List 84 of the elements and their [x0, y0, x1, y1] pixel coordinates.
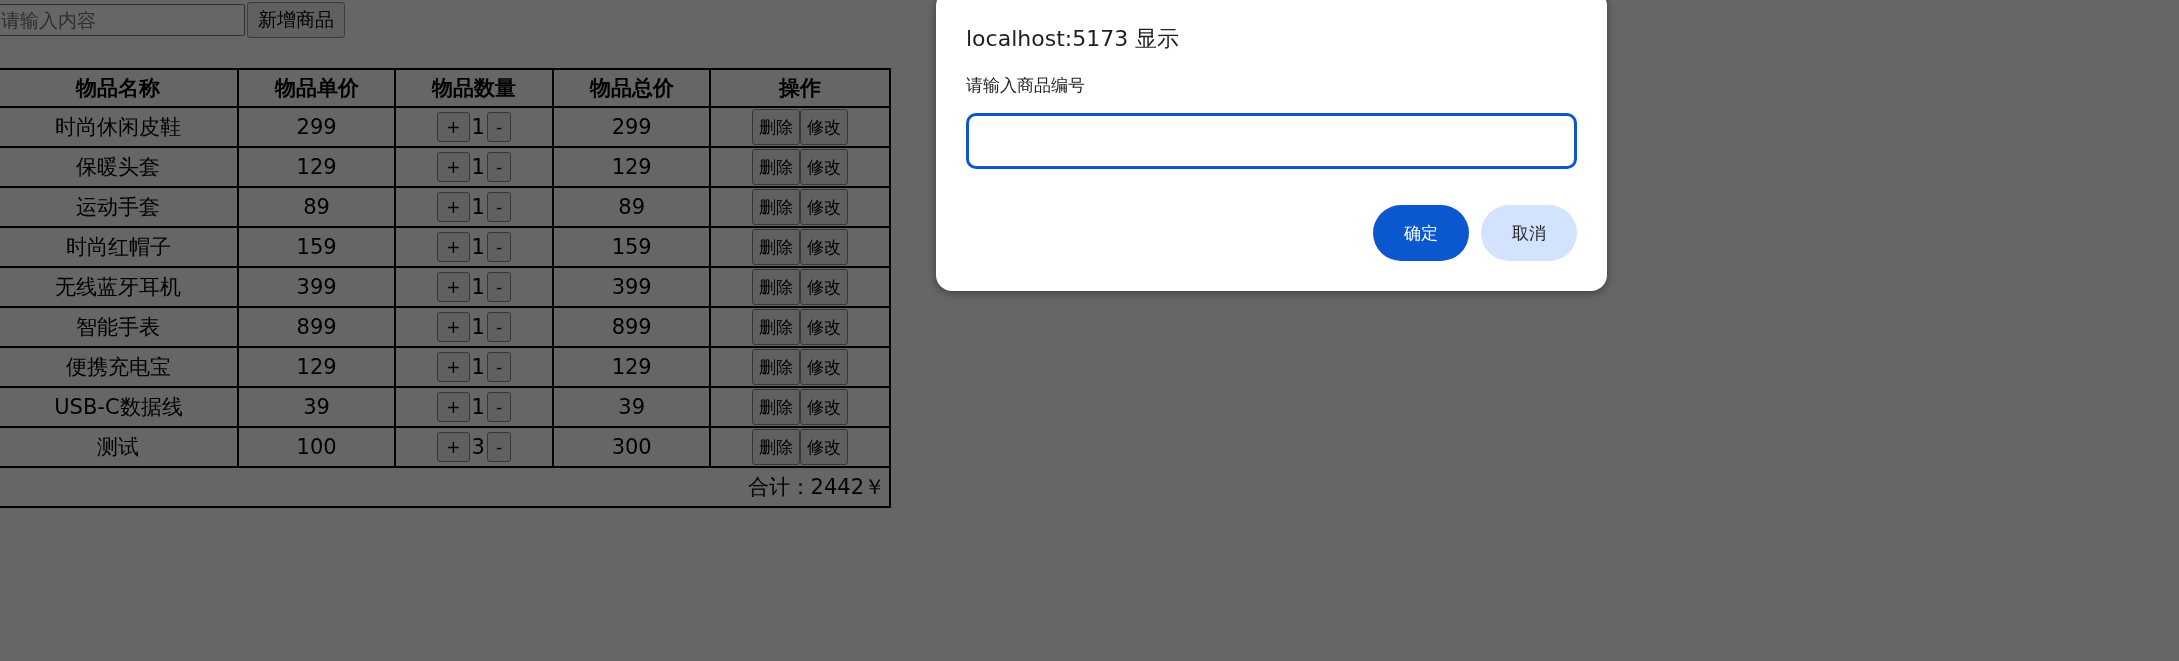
- decrement-button[interactable]: -: [486, 352, 511, 382]
- table-cell: 39: [552, 387, 711, 427]
- increment-button[interactable]: +: [437, 432, 470, 462]
- delete-button[interactable]: 删除: [752, 389, 801, 425]
- table-cell: 运动手套: [0, 187, 238, 227]
- decrement-button[interactable]: -: [486, 432, 511, 462]
- edit-button[interactable]: 修改: [800, 349, 849, 385]
- total-cell: 合计：2442￥: [0, 467, 890, 507]
- decrement-button[interactable]: -: [486, 312, 511, 342]
- table-cell: 无线蓝牙耳机: [0, 267, 238, 307]
- table-cell: 时尚红帽子: [0, 227, 238, 267]
- column-header: 操作: [710, 69, 890, 107]
- delete-button[interactable]: 删除: [752, 309, 801, 345]
- table-cell: 129: [552, 347, 711, 387]
- decrement-button[interactable]: -: [486, 392, 511, 422]
- decrement-button[interactable]: -: [486, 272, 511, 302]
- edit-button[interactable]: 修改: [800, 189, 849, 225]
- quantity-value: 1: [471, 355, 485, 379]
- table-cell: 299: [552, 107, 711, 147]
- table-cell: 保暖头套: [0, 147, 238, 187]
- delete-button[interactable]: 删除: [752, 349, 801, 385]
- column-header: 物品总价: [552, 69, 711, 107]
- cancel-button[interactable]: 取消: [1481, 205, 1577, 261]
- quantity-value: 1: [471, 235, 485, 259]
- delete-button[interactable]: 删除: [752, 269, 801, 305]
- table-cell: 899: [237, 307, 396, 347]
- decrement-button[interactable]: -: [486, 112, 511, 142]
- quantity-value: 1: [471, 155, 485, 179]
- table-cell: 129: [552, 147, 711, 187]
- delete-button[interactable]: 删除: [752, 429, 801, 465]
- quantity-value: 1: [471, 195, 485, 219]
- increment-button[interactable]: +: [437, 152, 470, 182]
- table-cell: USB-C数据线: [0, 387, 238, 427]
- table-cell: 89: [237, 187, 396, 227]
- increment-button[interactable]: +: [437, 112, 470, 142]
- table-cell: 时尚休闲皮鞋: [0, 107, 238, 147]
- quantity-value: 1: [471, 115, 485, 139]
- edit-button[interactable]: 修改: [800, 429, 849, 465]
- quantity-value: 1: [471, 275, 485, 299]
- table-cell: 129: [237, 147, 396, 187]
- decrement-button[interactable]: -: [486, 232, 511, 262]
- increment-button[interactable]: +: [437, 352, 470, 382]
- table-cell: 300: [552, 427, 711, 467]
- decrement-button[interactable]: -: [486, 152, 511, 182]
- delete-button[interactable]: 删除: [752, 189, 801, 225]
- table-cell: 899: [552, 307, 711, 347]
- table-cell: 39: [237, 387, 396, 427]
- increment-button[interactable]: +: [437, 232, 470, 262]
- delete-button[interactable]: 删除: [752, 109, 801, 145]
- edit-button[interactable]: 修改: [800, 269, 849, 305]
- table-cell: 129: [237, 347, 396, 387]
- edit-button[interactable]: 修改: [800, 149, 849, 185]
- column-header: 物品数量: [395, 69, 553, 107]
- column-header: 物品单价: [237, 69, 396, 107]
- decrement-button[interactable]: -: [486, 192, 511, 222]
- table-cell: 159: [552, 227, 711, 267]
- edit-button[interactable]: 修改: [800, 109, 849, 145]
- table-cell: 299: [237, 107, 396, 147]
- increment-button[interactable]: +: [437, 392, 470, 422]
- table-cell: 测试: [0, 427, 238, 467]
- table-cell: 159: [237, 227, 396, 267]
- column-header: 物品名称: [0, 69, 238, 107]
- quantity-value: 1: [471, 395, 485, 419]
- table-cell: 便携充电宝: [0, 347, 238, 387]
- table-cell: 89: [552, 187, 711, 227]
- increment-button[interactable]: +: [437, 272, 470, 302]
- table-cell: 智能手表: [0, 307, 238, 347]
- input-field[interactable]: [966, 113, 1577, 169]
- quantity-value: 3: [471, 435, 485, 459]
- delete-button[interactable]: 删除: [752, 149, 801, 185]
- quantity-value: 1: [471, 315, 485, 339]
- table-cell: 399: [237, 267, 396, 307]
- increment-button[interactable]: +: [437, 312, 470, 342]
- edit-button[interactable]: 修改: [800, 229, 849, 265]
- delete-button[interactable]: 删除: [752, 229, 801, 265]
- increment-button[interactable]: +: [437, 192, 470, 222]
- add-product-button[interactable]: 新增商品: [247, 2, 345, 38]
- table-cell: 100: [237, 427, 396, 467]
- dialog-message: 请输入商品编号: [966, 74, 1086, 97]
- confirm-button[interactable]: 确定: [1373, 205, 1469, 261]
- edit-button[interactable]: 修改: [800, 309, 849, 345]
- table-cell: 399: [552, 267, 711, 307]
- dialog-title: localhost:5173 显示: [966, 25, 1181, 53]
- edit-button[interactable]: 修改: [800, 389, 849, 425]
